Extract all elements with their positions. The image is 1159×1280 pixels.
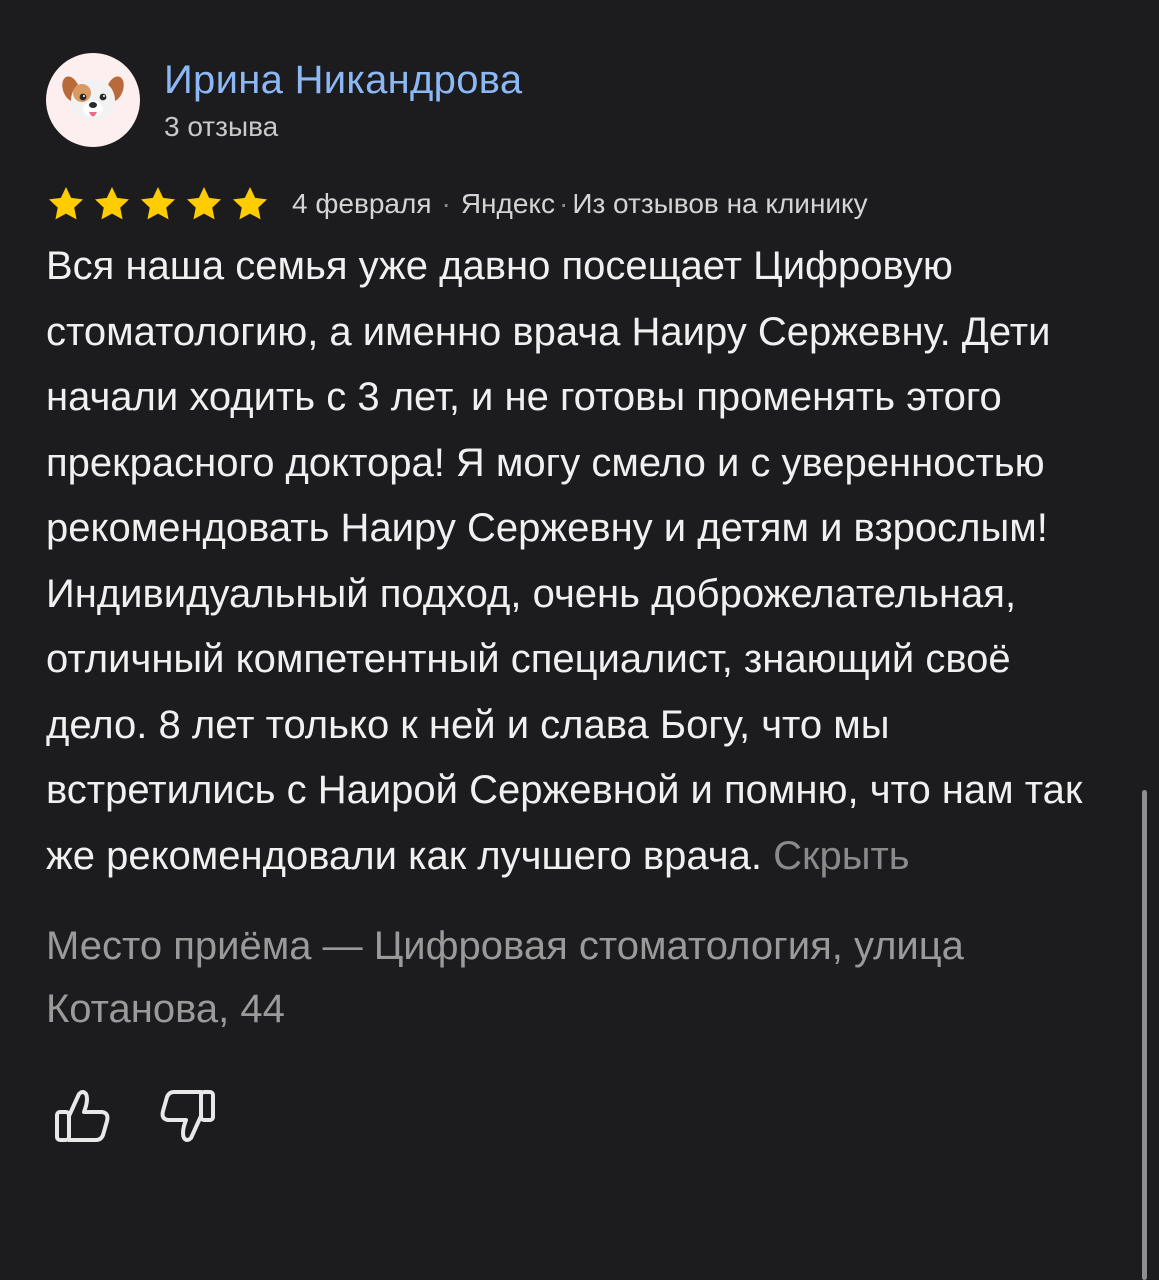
thumbs-up-icon <box>55 1090 110 1142</box>
dislike-button[interactable] <box>156 1085 218 1147</box>
star-icon <box>46 185 86 223</box>
thumbs-down-icon <box>160 1090 215 1142</box>
appointment-place: Место приёма — Цифровая стоматология, ул… <box>46 924 964 1031</box>
like-button[interactable] <box>52 1085 114 1147</box>
scrollbar[interactable] <box>1142 790 1147 1280</box>
review-actions <box>52 1085 1126 1147</box>
star-icon <box>184 185 224 223</box>
author-review-count: 3 отзыва <box>164 111 279 142</box>
review-card: Ирина Никандрова 3 отзыва 4 февраля · Янде… <box>46 50 1126 1147</box>
meta-separator: · <box>441 188 451 219</box>
star-icon <box>230 185 270 223</box>
author-name[interactable]: Ирина Никандрова <box>164 56 522 104</box>
meta-separator: · <box>558 188 569 219</box>
star-icon <box>138 185 178 223</box>
review-origin: Из отзывов на клинику <box>572 188 868 219</box>
star-icon <box>92 185 132 223</box>
review-date: 4 февраля <box>292 188 432 219</box>
review-source: Яндекс <box>460 188 555 219</box>
author-info: Ирина Никандрова 3 отзыва <box>164 56 522 144</box>
hide-link[interactable]: Скрыть <box>773 834 910 878</box>
puppy-face-icon <box>62 76 124 121</box>
review-meta: 4 февраля · Яндекс · Из отзывов на клинику <box>292 188 868 220</box>
rating-meta-row: 4 февраля · Яндекс · Из отзывов на клинику <box>46 180 1126 228</box>
review-text: Вся наша семья уже давно посещает Цифров… <box>46 234 1121 889</box>
review-header: Ирина Никандрова 3 отзыва <box>46 50 1126 150</box>
avatar[interactable] <box>46 53 140 147</box>
review-body: Вся наша семья уже давно посещает Цифров… <box>46 244 1083 878</box>
rating-stars <box>46 185 270 223</box>
